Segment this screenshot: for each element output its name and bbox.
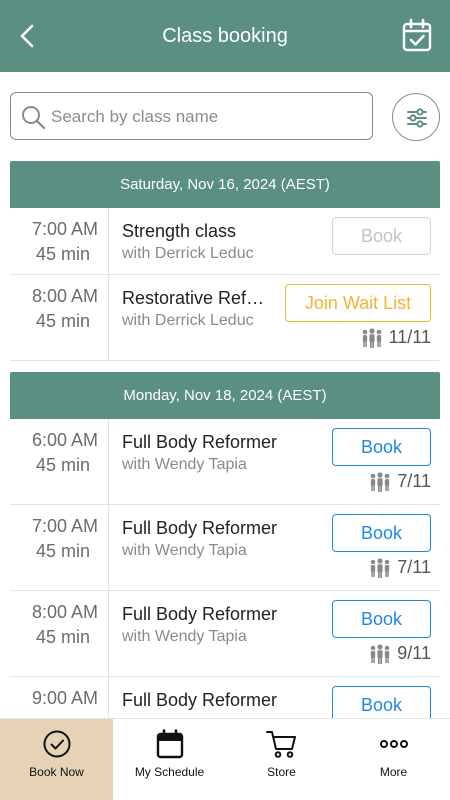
people-icon xyxy=(362,327,381,348)
class-duration: 45 min xyxy=(35,627,90,647)
class-row: 8:00 AM 45 min Restorative Reformer with… xyxy=(10,275,440,361)
class-teacher: with Derrick Leduc xyxy=(122,312,254,329)
class-row: 8:00 AM 45 min Full Body Reformer with W… xyxy=(10,591,440,677)
tab-label: More xyxy=(379,765,408,779)
search-icon xyxy=(22,106,46,130)
capacity: 7/11 xyxy=(369,471,431,492)
class-duration: 45 min xyxy=(35,455,90,475)
day-header: Monday, Nov 18, 2024 (AEST) xyxy=(10,372,440,419)
tab-store[interactable]: Store xyxy=(225,719,338,800)
people-icon xyxy=(370,557,390,578)
tab-book-now[interactable]: Book Now xyxy=(0,719,113,800)
people-icon xyxy=(370,643,390,664)
filter-button[interactable] xyxy=(392,93,440,141)
check-circle-icon xyxy=(43,730,70,758)
class-name: Restorative Reformer xyxy=(122,288,274,308)
capacity-count: 7/11 xyxy=(397,557,431,577)
people-icon xyxy=(370,471,390,492)
more-dots-icon xyxy=(379,740,408,748)
page-title: Class booking xyxy=(162,25,288,47)
class-name: Full Body Reformer xyxy=(122,690,278,710)
sliders-icon xyxy=(407,108,427,128)
class-teacher: with Wendy Tapia xyxy=(122,628,247,645)
tab-my-schedule[interactable]: My Schedule xyxy=(113,719,226,800)
class-duration: 45 min xyxy=(35,244,90,264)
app-header: Class booking xyxy=(0,0,450,72)
calendar-icon xyxy=(156,729,183,759)
class-name: Full Body Reformer xyxy=(122,518,278,538)
class-time: 7:00 AM xyxy=(31,516,98,536)
class-time: 8:00 AM xyxy=(31,602,98,622)
book-button-disabled: Book xyxy=(332,217,431,255)
class-name: Strength class xyxy=(122,221,237,241)
class-time: 6:00 AM xyxy=(31,430,98,450)
capacity: 11/11 xyxy=(361,327,431,348)
capacity-count: 7/11 xyxy=(397,471,431,491)
cart-icon xyxy=(265,731,296,758)
class-time: 8:00 AM xyxy=(31,286,98,306)
tab-label: Book Now xyxy=(29,765,84,779)
capacity-count: 11/11 xyxy=(388,327,431,347)
time-column: 7:00 AM 45 min xyxy=(10,208,109,274)
time-column: 8:00 AM 45 min xyxy=(10,275,109,360)
class-teacher: with Derrick Leduc xyxy=(122,245,254,262)
book-button[interactable]: Book xyxy=(332,514,431,552)
class-row: 7:00 AM 45 min Strength class with Derri… xyxy=(10,208,440,275)
day-header: Saturday, Nov 16, 2024 (AEST) xyxy=(10,161,440,208)
join-wait-list-button[interactable]: Join Wait List xyxy=(285,284,431,322)
capacity-count: 9/11 xyxy=(397,643,431,663)
book-button[interactable]: Book xyxy=(332,686,431,718)
time-column: 9:00 AM xyxy=(10,677,109,718)
book-button[interactable]: Book xyxy=(332,600,431,638)
class-name: Full Body Reformer xyxy=(122,604,278,624)
class-time: 7:00 AM xyxy=(31,219,98,239)
capacity: 7/11 xyxy=(369,557,431,578)
class-name: Full Body Reformer xyxy=(122,432,278,452)
class-row: 6:00 AM 45 min Full Body Reformer with W… xyxy=(10,419,440,505)
class-list[interactable]: Saturday, Nov 16, 2024 (AEST) 7:00 AM 45… xyxy=(10,161,440,718)
class-teacher: with Wendy Tapia xyxy=(122,456,247,473)
search-input[interactable] xyxy=(51,101,361,133)
class-duration: 45 min xyxy=(35,311,90,331)
class-time: 9:00 AM xyxy=(31,688,98,708)
search-box[interactable] xyxy=(10,92,373,140)
class-duration: 45 min xyxy=(35,541,90,561)
time-column: 6:00 AM 45 min xyxy=(10,419,109,504)
bottom-tab-bar: Book Now My Schedule Store More xyxy=(0,718,450,800)
calendar-check-icon[interactable] xyxy=(402,18,432,52)
capacity: 9/11 xyxy=(369,643,431,664)
time-column: 8:00 AM 45 min xyxy=(10,591,109,676)
class-row: 9:00 AM Full Body Reformer Book xyxy=(10,677,440,718)
class-teacher: with Wendy Tapia xyxy=(122,542,247,559)
tab-more[interactable]: More xyxy=(337,719,450,800)
class-row: 7:00 AM 45 min Full Body Reformer with W… xyxy=(10,505,440,591)
book-button[interactable]: Book xyxy=(332,428,431,466)
tab-label: Store xyxy=(267,765,296,779)
tab-label: My Schedule xyxy=(134,765,205,779)
time-column: 7:00 AM 45 min xyxy=(10,505,109,590)
